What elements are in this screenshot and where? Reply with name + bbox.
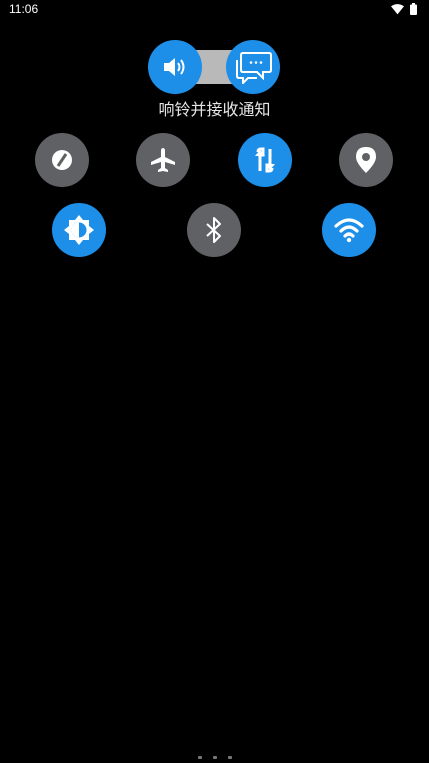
message-bubbles-icon <box>236 52 272 84</box>
location-pin-icon <box>356 147 376 173</box>
status-bar: 11:06 <box>0 0 429 20</box>
tile-wifi[interactable] <box>322 203 376 257</box>
sound-mode-button[interactable] <box>148 40 202 94</box>
tile-location[interactable] <box>339 133 393 187</box>
airplane-icon <box>151 148 175 172</box>
tile-bluetooth[interactable] <box>187 203 241 257</box>
auto-rotate-icon <box>52 150 72 170</box>
tile-auto-rotate[interactable] <box>35 133 89 187</box>
navigation-hint <box>198 756 232 760</box>
tile-airplane-mode[interactable] <box>136 133 190 187</box>
status-icons <box>391 3 417 15</box>
volume-icon <box>164 58 185 76</box>
wifi-icon <box>334 218 364 243</box>
ringer-mode-label: 响铃并接收通知 <box>158 100 271 119</box>
wifi-icon <box>391 3 404 14</box>
notification-mode-button[interactable] <box>226 40 280 94</box>
battery-icon <box>410 3 417 15</box>
tile-brightness[interactable] <box>52 203 106 257</box>
brightness-icon <box>64 215 94 245</box>
sync-arrows-icon <box>255 147 275 173</box>
tile-data-sync[interactable] <box>238 133 292 187</box>
ringer-mode-toggle[interactable] <box>148 40 280 94</box>
bluetooth-icon <box>206 217 221 243</box>
clock: 11:06 <box>9 2 39 16</box>
